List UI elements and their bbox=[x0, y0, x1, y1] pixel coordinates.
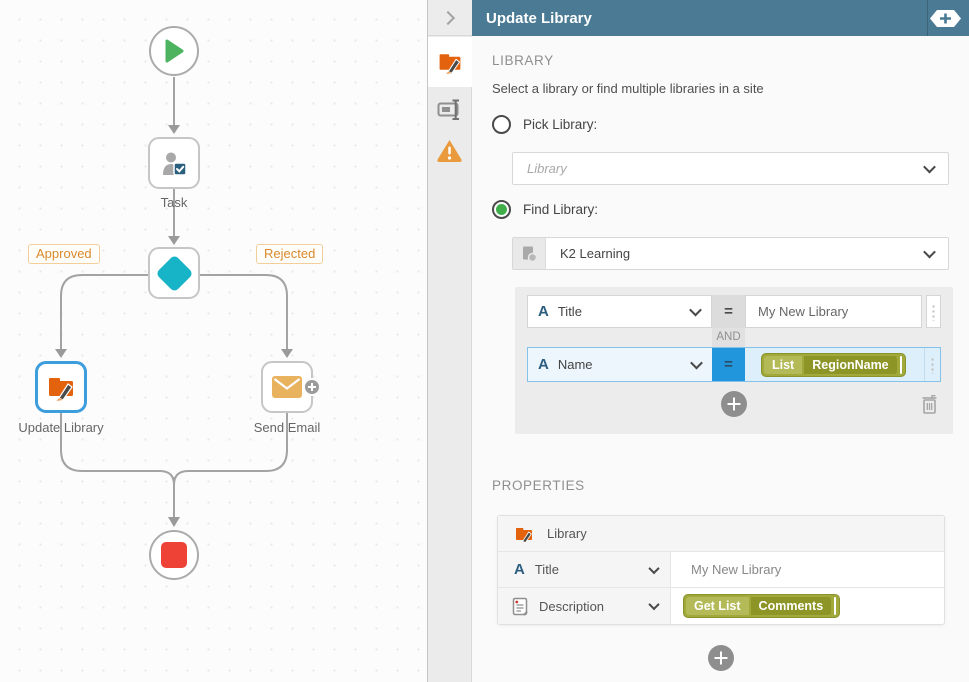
filter-operator-2[interactable]: = bbox=[712, 348, 745, 381]
filter-field-1: Title bbox=[558, 304, 582, 319]
text-type-icon: A bbox=[538, 356, 549, 373]
chevron-down-icon bbox=[690, 357, 703, 370]
panel-content: LIBRARY Select a library or find multipl… bbox=[472, 36, 969, 682]
token-context: Get List bbox=[686, 597, 749, 615]
tab-rename[interactable] bbox=[428, 88, 471, 132]
properties-card-header: Library bbox=[498, 516, 944, 552]
filter-operator-1[interactable]: = bbox=[712, 295, 745, 328]
chevron-down-icon bbox=[648, 599, 659, 610]
find-library-radio[interactable] bbox=[492, 200, 511, 219]
play-icon bbox=[163, 38, 185, 64]
delete-filter-button[interactable] bbox=[920, 394, 939, 415]
find-library-label: Find Library: bbox=[523, 202, 598, 217]
collapse-panel-button[interactable] bbox=[427, 0, 472, 36]
decision-diamond-icon bbox=[155, 254, 193, 292]
chevron-down-icon bbox=[923, 246, 936, 259]
property-title-value[interactable]: My New Library bbox=[671, 562, 944, 577]
approved-branch-label[interactable]: Approved bbox=[28, 244, 100, 264]
token-context: List bbox=[764, 356, 802, 374]
send-email-node-label: Send Email bbox=[217, 420, 357, 435]
add-button[interactable] bbox=[930, 10, 961, 27]
rejected-branch-label[interactable]: Rejected bbox=[256, 244, 323, 264]
workflow-connectors bbox=[0, 0, 427, 682]
chevron-down-icon bbox=[689, 304, 702, 317]
pick-library-dropdown[interactable]: Library bbox=[512, 152, 949, 185]
end-node[interactable] bbox=[149, 530, 199, 580]
filter-value-input-1[interactable]: My New Library bbox=[745, 295, 922, 328]
add-step-badge[interactable] bbox=[303, 378, 321, 396]
panel-tab-rail bbox=[427, 0, 472, 682]
find-library-value: K2 Learning bbox=[546, 246, 630, 261]
task-node-label: Task bbox=[104, 195, 244, 210]
envelope-icon bbox=[272, 376, 302, 398]
properties-heading: PROPERTIES bbox=[492, 478, 585, 493]
conjunction-row: AND bbox=[527, 328, 941, 347]
conjunction-label: AND bbox=[712, 328, 745, 347]
filter-row-1: A Title = My New Library bbox=[527, 295, 941, 328]
find-library-dropdown[interactable]: K2 Learning bbox=[512, 237, 949, 270]
token-field: Comments bbox=[751, 597, 832, 615]
task-node[interactable] bbox=[148, 137, 200, 189]
drag-handle[interactable] bbox=[926, 295, 941, 328]
site-icon bbox=[513, 238, 546, 269]
panel-title: Update Library bbox=[486, 10, 592, 27]
k2-workflow-designer: Task Approved Rejected Update Library Se… bbox=[0, 0, 969, 682]
field-token[interactable]: ListRegionName bbox=[761, 353, 906, 377]
folder-edit-icon bbox=[437, 49, 463, 75]
chevron-right-icon bbox=[441, 10, 455, 24]
rename-field-icon bbox=[437, 98, 463, 122]
start-node[interactable] bbox=[149, 26, 199, 76]
find-library-radio-row: Find Library: bbox=[492, 200, 598, 219]
filter-field-dropdown-2[interactable]: A Name bbox=[528, 348, 712, 381]
header-divider bbox=[927, 0, 928, 36]
property-description-value[interactable]: Get ListComments bbox=[671, 594, 944, 618]
filter-field-dropdown-1[interactable]: A Title bbox=[527, 295, 712, 328]
text-type-icon: A bbox=[514, 561, 525, 578]
property-row-description: Description Get ListComments bbox=[498, 588, 944, 624]
field-token[interactable]: Get ListComments bbox=[683, 594, 840, 618]
property-row-title: A Title My New Library bbox=[498, 552, 944, 588]
filter-builder: A Title = My New Library AND A Name = bbox=[515, 287, 953, 434]
update-library-node-label: Update Library bbox=[0, 420, 131, 435]
token-field: RegionName bbox=[804, 356, 896, 374]
tab-warnings[interactable] bbox=[428, 128, 471, 172]
stop-icon bbox=[161, 542, 187, 568]
library-subtitle: Select a library or find multiple librar… bbox=[492, 81, 764, 96]
tab-library-settings[interactable] bbox=[428, 37, 472, 87]
chevron-down-icon bbox=[648, 562, 659, 573]
pick-library-radio-row: Pick Library: bbox=[492, 115, 597, 134]
user-task-icon bbox=[160, 149, 188, 177]
property-title-dropdown[interactable]: A Title bbox=[498, 552, 671, 587]
text-type-icon: A bbox=[538, 303, 549, 320]
folder-edit-icon bbox=[46, 372, 76, 402]
pick-library-label: Pick Library: bbox=[523, 117, 597, 132]
update-library-node[interactable] bbox=[35, 361, 87, 413]
trash-icon bbox=[920, 394, 939, 415]
filter-row-2-selected[interactable]: A Name = ListRegionName bbox=[527, 347, 941, 382]
warning-icon bbox=[436, 138, 463, 163]
property-description-label: Description bbox=[539, 599, 604, 614]
workflow-canvas[interactable]: Task Approved Rejected Update Library Se… bbox=[0, 0, 427, 682]
pick-library-placeholder: Library bbox=[513, 161, 567, 176]
property-description-dropdown[interactable]: Description bbox=[498, 588, 671, 624]
send-email-node[interactable] bbox=[261, 361, 313, 413]
filter-value-area-2[interactable]: ListRegionName bbox=[745, 348, 924, 381]
panel-header: Update Library bbox=[472, 0, 969, 36]
add-filter-button[interactable] bbox=[721, 391, 747, 417]
folder-edit-icon bbox=[514, 524, 534, 544]
properties-card-title: Library bbox=[547, 526, 587, 541]
property-title-label: Title bbox=[535, 562, 559, 577]
drag-handle[interactable] bbox=[925, 348, 940, 381]
pick-library-radio[interactable] bbox=[492, 115, 511, 134]
properties-card: Library A Title My New Library bbox=[497, 515, 945, 625]
plus-hexagon-icon bbox=[930, 10, 961, 27]
description-icon bbox=[512, 597, 529, 616]
add-property-button[interactable] bbox=[708, 645, 734, 671]
decision-node[interactable] bbox=[148, 247, 200, 299]
filter-field-2: Name bbox=[558, 357, 593, 372]
filter-footer bbox=[527, 382, 941, 426]
library-heading: LIBRARY bbox=[492, 53, 554, 68]
chevron-down-icon bbox=[923, 161, 936, 174]
